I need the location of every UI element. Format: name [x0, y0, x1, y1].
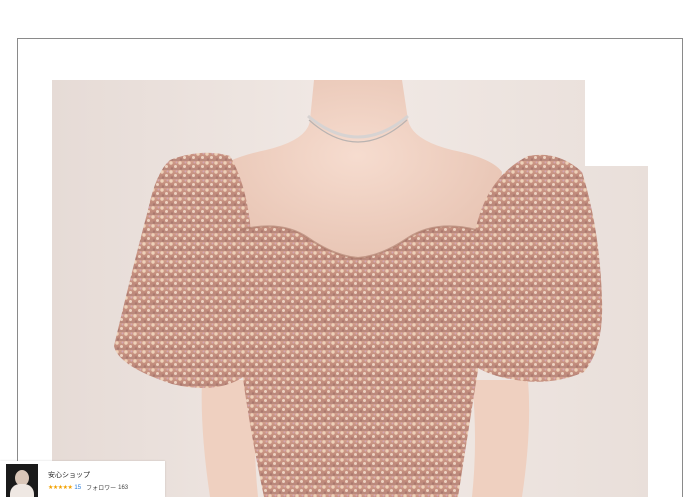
avatar-body [10, 484, 34, 497]
shop-avatar[interactable] [6, 464, 38, 497]
shop-card[interactable]: 安心ショップ ★★★★★ 15 フォロワー 163 [0, 461, 165, 497]
product-photo[interactable] [52, 80, 648, 497]
rating-count[interactable]: 15 [74, 485, 81, 491]
followers-count: 163 [118, 484, 129, 491]
shop-meta: ★★★★★ 15 フォロワー 163 [48, 483, 129, 493]
star-rating-icon: ★★★★★ [48, 485, 73, 491]
followers-label: フォロワー [86, 486, 117, 492]
product-page: 安心ショップ ★★★★★ 15 フォロワー 163 [0, 0, 700, 497]
shop-name[interactable]: 安心ショップ [48, 470, 90, 480]
